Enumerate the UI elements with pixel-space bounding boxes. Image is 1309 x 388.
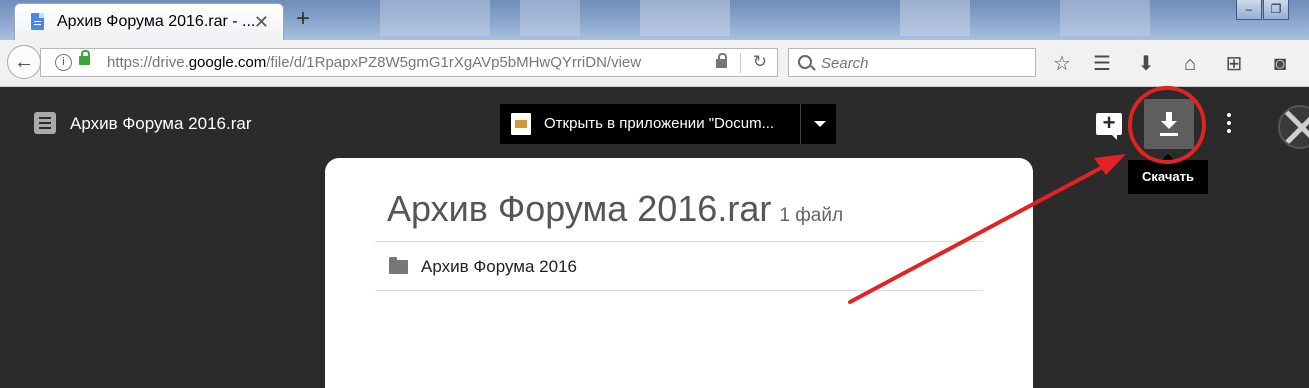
archive-file-icon [34,112,56,134]
tab-close-icon[interactable]: ✕ [254,12,269,33]
download-button[interactable] [1144,99,1194,149]
divider [375,290,983,291]
file-count: 1 файл [779,205,844,226]
dot [1227,129,1231,133]
viewer-file-title: Архив Форума 2016.rar [70,114,252,133]
tab-title: Архив Форума 2016.rar - ... [57,13,256,30]
downloads-icon[interactable]: ⬇ [1134,52,1158,76]
open-with-button[interactable]: Открыть в приложении "Docum... [500,104,836,144]
search-icon [798,55,812,69]
secure-lock-icon [79,50,90,65]
app-icon [511,113,531,135]
archive-contents-card: Архив Форума 2016.rar 1 файл Архив Форума… [325,158,1033,388]
open-with-label: Открыть в приложении "Docum... [544,115,775,132]
address-bar[interactable]: i https://drive.google.com/file/d/1Rpapx… [40,48,778,77]
folder-name: Архив Форума 2016 [421,257,577,276]
browser-tab-active[interactable]: Архив Форума 2016.rar - ... ✕ [14,3,284,40]
download-icon-base [1160,133,1178,136]
windows-icon[interactable]: ⊞ [1222,52,1246,76]
reading-list-icon[interactable]: ☰ [1090,52,1114,76]
chevron-down-icon[interactable] [814,121,826,127]
download-tooltip: Скачать [1128,154,1208,194]
maximize-button[interactable]: ❐ [1263,0,1289,20]
divider [740,53,741,73]
divider [800,104,801,144]
download-icon [1161,112,1177,132]
new-tab-button[interactable]: + [290,6,316,32]
background-blur [520,0,580,36]
navigation-toolbar: i https://drive.google.com/file/d/1Rpapx… [0,40,1309,87]
background-blur [900,0,970,36]
add-comment-button[interactable]: + [1096,110,1122,140]
reload-icon[interactable]: ↻ [753,52,767,72]
document-icon [31,13,44,30]
more-options-button[interactable] [1224,113,1234,137]
list-item[interactable]: Архив Форума 2016 [375,242,983,290]
add-comment-icon: + [1102,110,1116,135]
home-icon[interactable]: ⌂ [1178,52,1202,76]
info-icon[interactable]: i [55,54,72,71]
background-blur [640,0,730,36]
url-text[interactable]: https://drive.google.com/file/d/1RpapxPZ… [107,54,641,71]
back-button[interactable]: ← [7,45,41,79]
bookmark-star-icon[interactable]: ☆ [1050,52,1074,76]
archive-title: Архив Форума 2016.rar 1 файл [387,188,844,229]
dot [1227,121,1231,125]
background-blur [1060,0,1150,36]
dot [1227,113,1231,117]
background-blur [380,0,490,36]
lock-icon [716,53,727,68]
search-box[interactable] [788,48,1036,77]
avatar[interactable] [1278,105,1309,149]
back-arrow-icon: ← [14,51,34,73]
folder-icon [389,257,408,274]
pocket-icon[interactable]: ◙ [1268,52,1292,76]
minimize-button[interactable]: – [1236,0,1262,20]
drive-viewer: Архив Форума 2016.rar Открыть в приложен… [0,87,1309,388]
window-titlebar: Архив Форума 2016.rar - ... ✕ + – ❐ [0,0,1309,40]
search-input[interactable] [819,52,1023,74]
